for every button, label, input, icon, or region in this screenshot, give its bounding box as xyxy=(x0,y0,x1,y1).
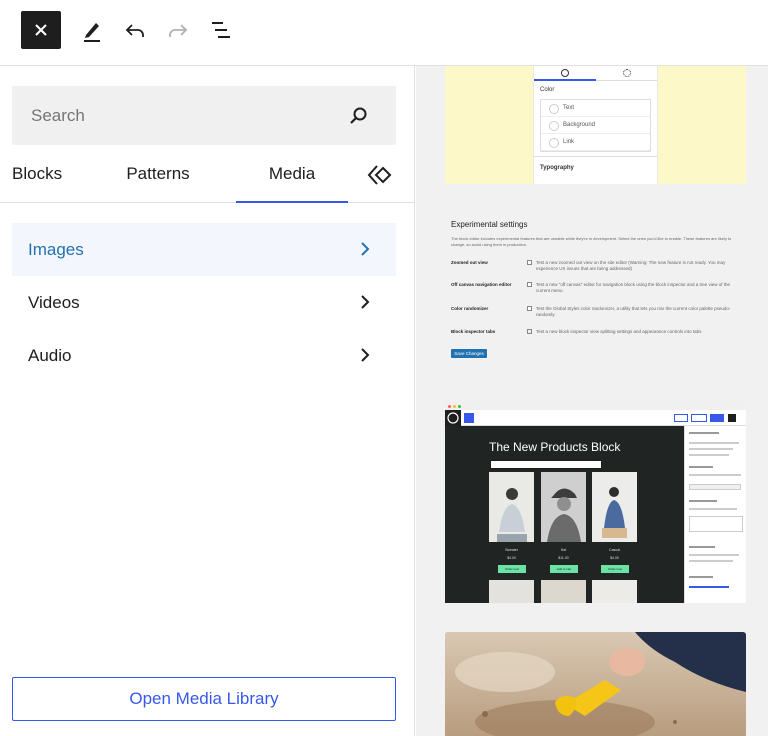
color-row-background: Background xyxy=(541,117,650,134)
undo-button[interactable] xyxy=(119,14,151,46)
product-image xyxy=(592,580,637,603)
chevron-right-icon xyxy=(361,348,370,362)
media-category-list: Images Videos Audio xyxy=(12,223,396,382)
pencil-icon xyxy=(84,23,100,42)
search-input[interactable] xyxy=(12,86,342,145)
product-image xyxy=(489,472,534,542)
media-category-audio[interactable]: Audio xyxy=(12,329,396,382)
media-category-label: Audio xyxy=(28,345,72,365)
setting-label: Zoomed out view xyxy=(451,260,488,265)
product-image xyxy=(541,472,586,542)
setting-checkbox xyxy=(527,306,532,311)
products-heading: The New Products Block xyxy=(489,440,621,454)
product-name: Casual xyxy=(609,548,620,552)
undo-icon xyxy=(125,24,144,37)
media-preview-list: Color Text Background Link Typography Ex… xyxy=(416,66,768,736)
color-options: Text Background Link xyxy=(540,99,651,152)
media-thumbnail-color-settings[interactable]: Color Text Background Link Typography xyxy=(445,66,746,184)
product-buy-button: Add to cart xyxy=(550,565,578,573)
color-section-label: Color xyxy=(540,87,555,93)
editor-top-toolbar xyxy=(0,0,768,66)
settings-sidebar-screenshot xyxy=(684,426,746,603)
setting-text: Test a new "off canvas" editor for navig… xyxy=(536,282,730,293)
tab-patterns[interactable]: Patterns xyxy=(110,162,206,203)
color-panel-screenshot: Color Text Background Link Typography xyxy=(533,66,658,184)
color-row-link: Link xyxy=(541,134,650,151)
setting-text: Test the Global Styles color randomizer,… xyxy=(536,306,731,317)
product-buy-button: Order now xyxy=(498,565,526,573)
experimental-settings-description: The block editor includes experimental f… xyxy=(451,236,732,247)
product-price: $4.00 xyxy=(610,556,619,560)
close-inserter-button[interactable] xyxy=(21,11,61,49)
inserter-tabs: Blocks Patterns Media xyxy=(0,162,415,203)
product-buy-button: Order now xyxy=(601,565,629,573)
tab-media[interactable]: Media xyxy=(236,162,348,203)
save-changes-button: Save Changes xyxy=(451,349,487,358)
setting-text: Test a new zoomed out view on the site e… xyxy=(536,260,726,271)
list-view-button[interactable] xyxy=(205,14,237,46)
setting-checkbox xyxy=(527,282,532,287)
wordpress-logo xyxy=(445,410,461,426)
product-name: Hat xyxy=(560,548,567,552)
list-view-icon xyxy=(212,22,230,38)
tab-reusable-blocks[interactable] xyxy=(360,162,402,203)
add-block-icon xyxy=(464,413,474,423)
media-category-videos[interactable]: Videos xyxy=(12,276,396,329)
media-category-images[interactable]: Images xyxy=(12,223,396,276)
search-box xyxy=(12,86,396,145)
panel-tabs xyxy=(534,66,657,81)
chevron-right-icon xyxy=(361,242,370,256)
block-inserter-panel: Blocks Patterns Media Images Videos Audi… xyxy=(0,66,415,736)
product-name: Sweater xyxy=(505,548,518,552)
product-image xyxy=(489,580,534,603)
media-thumbnail-products-block[interactable]: The New Products Block Sweater Hat Casua… xyxy=(445,402,746,603)
styles-icon xyxy=(561,69,569,77)
product-price: $4.00 xyxy=(507,556,516,560)
redo-icon xyxy=(169,24,188,37)
setting-text: Test a new block inspector view splittin… xyxy=(536,329,702,334)
media-thumbnail-beach-photo[interactable] xyxy=(445,632,746,736)
gear-icon xyxy=(623,69,631,77)
setting-label: Block inspector tabs xyxy=(451,329,496,334)
media-category-label: Images xyxy=(28,239,84,259)
block-toolbar xyxy=(490,460,602,469)
media-category-label: Videos xyxy=(28,292,80,312)
close-icon xyxy=(35,24,47,36)
tab-blocks[interactable]: Blocks xyxy=(0,162,80,203)
product-image xyxy=(541,580,586,603)
media-thumbnail-experimental-settings[interactable]: Experimental settings The block editor i… xyxy=(445,206,746,376)
editor-toolbar-screenshot xyxy=(445,410,746,426)
color-row-text: Text xyxy=(541,100,650,117)
tools-button[interactable] xyxy=(76,14,108,46)
setting-checkbox xyxy=(527,260,532,265)
redo-button[interactable] xyxy=(162,14,194,46)
experimental-settings-title: Experimental settings xyxy=(451,220,528,229)
product-image xyxy=(592,472,637,542)
chevron-right-icon xyxy=(361,295,370,309)
product-price: $11.00 xyxy=(558,556,569,560)
setting-checkbox xyxy=(527,329,532,334)
setting-label: Off canvas navigation editor xyxy=(451,282,512,287)
beach-photo-image xyxy=(445,632,746,736)
open-media-library-button[interactable]: Open Media Library xyxy=(12,677,396,721)
setting-label: Color randomizer xyxy=(451,306,489,311)
typography-label: Typography xyxy=(534,156,657,179)
browser-chrome xyxy=(445,402,746,410)
search-icon[interactable] xyxy=(348,105,370,127)
products-canvas: The New Products Block Sweater Hat Casua… xyxy=(445,426,684,603)
reusable-block-icon xyxy=(367,165,392,185)
